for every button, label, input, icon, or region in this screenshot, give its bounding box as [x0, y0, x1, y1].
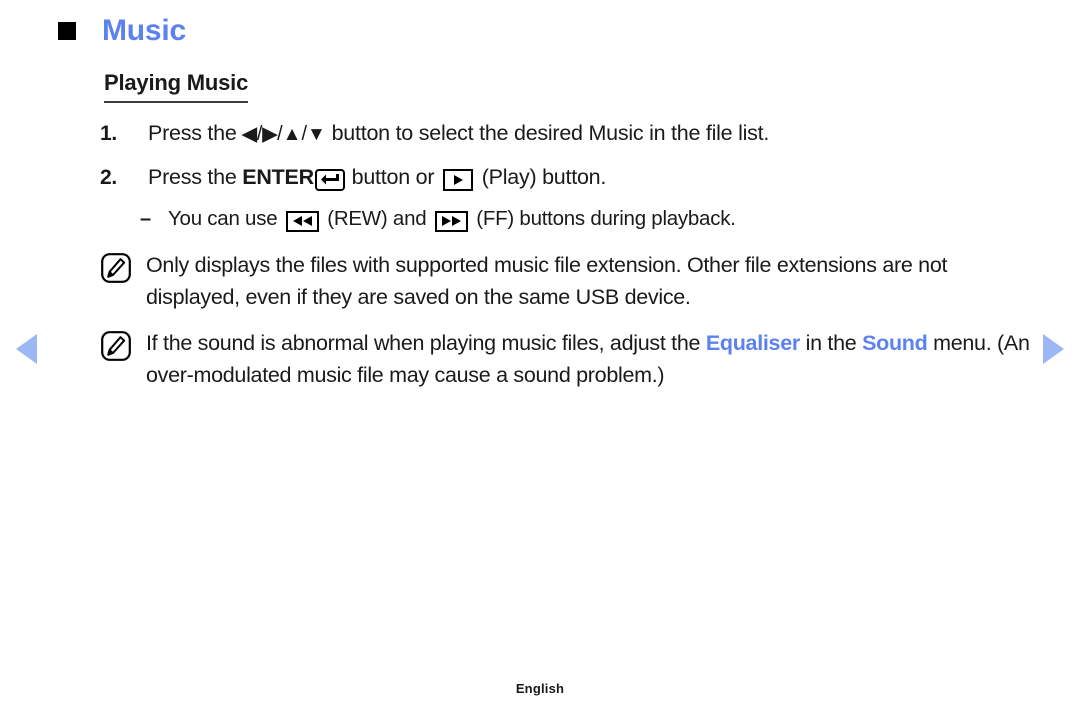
sub-note-item: – You can use (REW) and (FF) buttons dur…: [100, 203, 1035, 235]
sub-note-text-before: You can use: [168, 207, 283, 230]
step-text-after: button to select the desired Music in th…: [325, 121, 770, 145]
rewind-key-icon: [285, 210, 319, 232]
content-body: 1. Press the ◀/▶/▲/▼ button to select th…: [100, 116, 1035, 391]
note-pencil-icon: [100, 252, 132, 284]
dash-bullet: –: [140, 208, 151, 230]
step-text-before: Press the: [148, 165, 243, 189]
step-item: 1. Press the ◀/▶/▲/▼ button to select th…: [100, 116, 1035, 152]
step-number: 2.: [100, 166, 118, 189]
up-arrow-icon: ▲: [282, 124, 302, 145]
equaliser-link[interactable]: Equaliser: [706, 331, 800, 355]
footer-language-label: English: [515, 681, 565, 696]
step-text-after: (Play) button.: [476, 165, 607, 189]
note-pencil-icon: [100, 330, 132, 362]
step-text: Press the ◀/▶/▲/▼ button to select the d…: [148, 116, 1035, 152]
step-number: 1.: [100, 122, 118, 145]
enter-key-label: ENTER: [242, 165, 314, 189]
left-arrow-icon: ◀: [242, 124, 257, 145]
note-item: Only displays the files with supported m…: [100, 249, 1035, 313]
subsection-title: Playing Music: [104, 70, 248, 103]
right-arrow-icon: ▶: [262, 124, 278, 145]
sub-note-text: You can use (REW) and (FF) buttons durin…: [168, 203, 1035, 235]
manual-page: Music Playing Music 1. Press the ◀/▶/▲/▼…: [0, 0, 1080, 705]
section-heading: Music: [58, 16, 186, 46]
next-page-arrow-icon[interactable]: [1043, 334, 1064, 364]
note-text-part-1: If the sound is abnormal when playing mu…: [146, 331, 706, 355]
sub-note-text-middle: (REW) and: [321, 207, 432, 230]
step-item: 2. Press the ENTER button or (Play) butt…: [100, 160, 1035, 195]
step-text-before: Press the: [148, 121, 243, 145]
direction-keys-group: ◀/▶/▲/▼: [242, 123, 326, 145]
sub-note-text-after: (FF) buttons during playback.: [470, 207, 736, 230]
note-item: If the sound is abnormal when playing mu…: [100, 327, 1035, 391]
square-bullet-icon: [58, 22, 76, 40]
down-arrow-icon: ▼: [307, 124, 326, 145]
step-text: Press the ENTER button or (Play) button.: [148, 160, 1035, 194]
step-text-middle: button or: [345, 165, 440, 189]
note-text: Only displays the files with supported m…: [146, 253, 948, 309]
fast-forward-key-icon: [434, 210, 468, 232]
sound-menu-link[interactable]: Sound: [862, 331, 928, 355]
page-title: Music: [102, 14, 187, 47]
prev-page-arrow-icon[interactable]: [16, 334, 37, 364]
note-text: If the sound is abnormal when playing mu…: [146, 327, 1035, 391]
note-text-part-2: in the: [799, 331, 863, 355]
play-key-icon: [443, 169, 473, 191]
enter-key-icon: [314, 168, 345, 191]
